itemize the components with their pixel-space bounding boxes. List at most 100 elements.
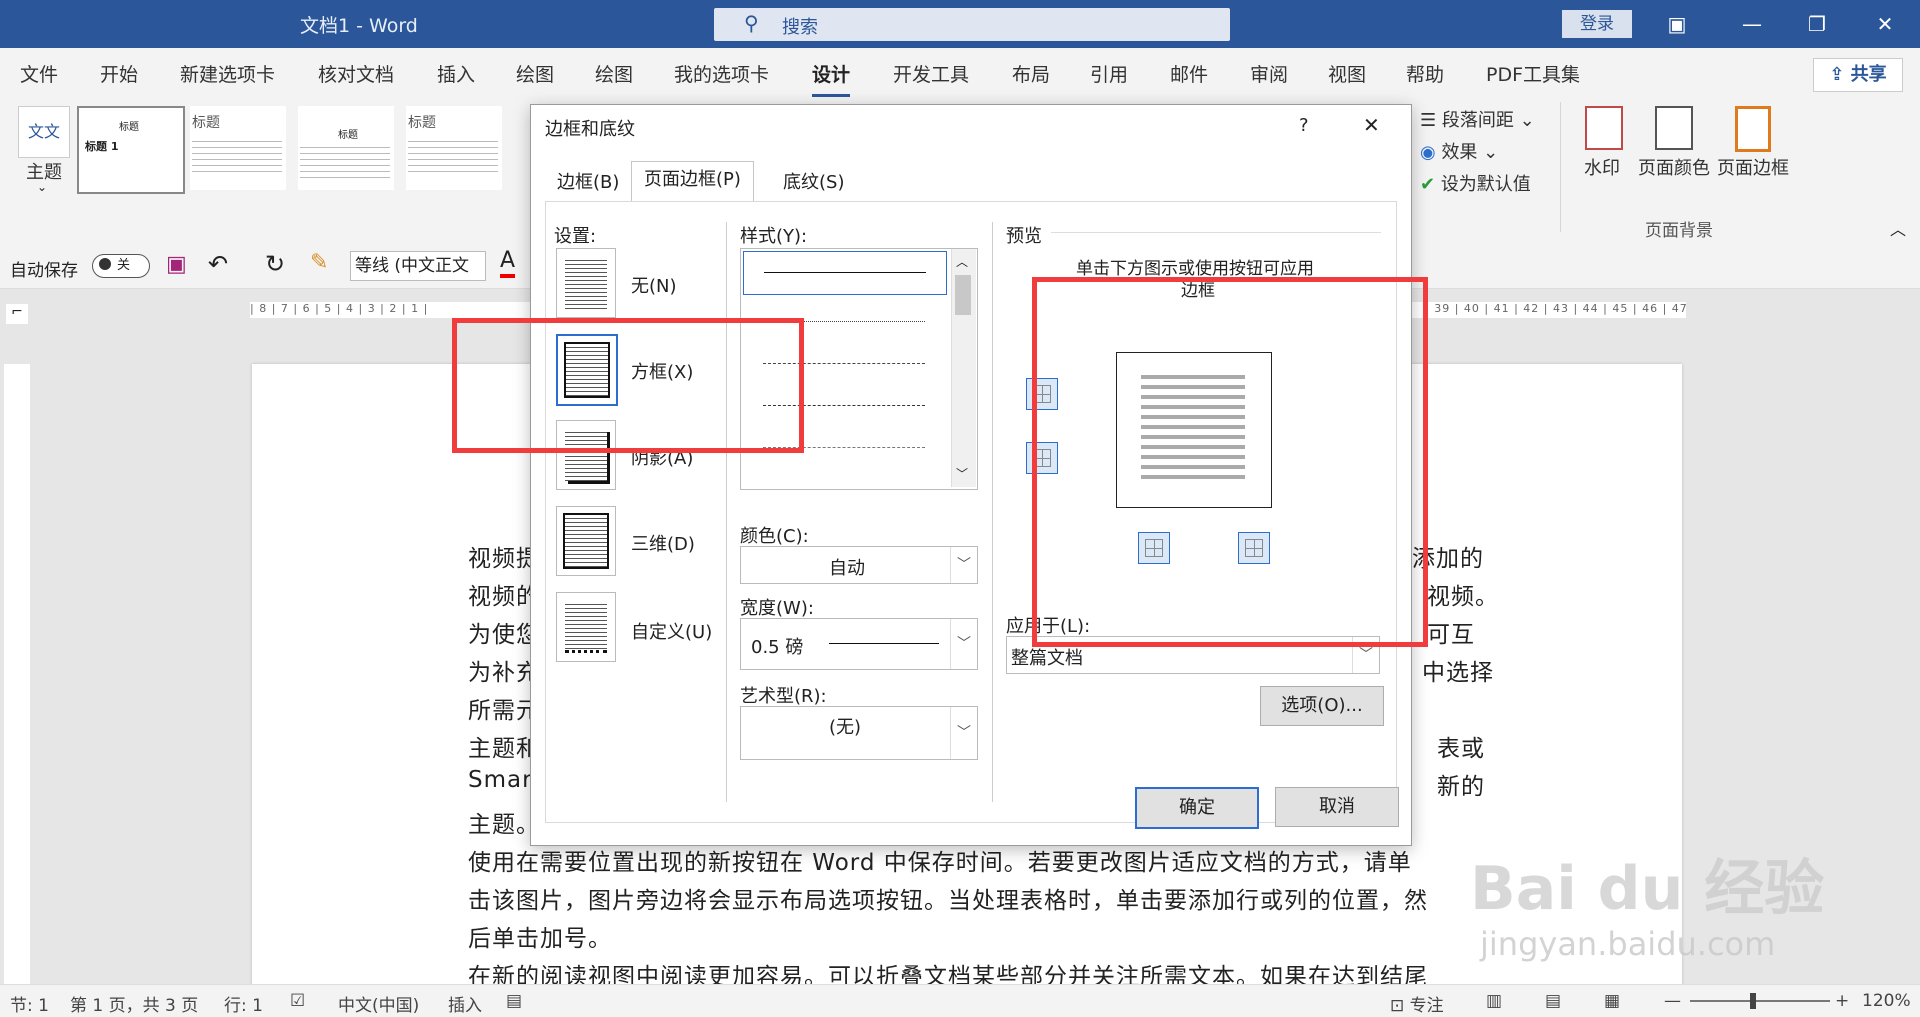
help-icon[interactable]: ? (1299, 115, 1309, 136)
chevron-down-icon: ﹀ (950, 547, 977, 583)
tab-draw-1[interactable]: 绘图 (516, 60, 554, 87)
close-icon[interactable]: ✕ (1868, 10, 1902, 38)
art-combo[interactable]: (无) ﹀ (740, 706, 978, 760)
share-label: 共享 (1850, 64, 1887, 85)
print-layout-icon[interactable]: ▤ (1545, 991, 1561, 1011)
tab-selector-icon[interactable]: ⌐ (6, 304, 28, 324)
setting-custom-icon[interactable] (556, 592, 616, 662)
focus-mode-button[interactable]: ⊡ 专注 (1390, 991, 1444, 1016)
effects-button[interactable]: ◉ 效果 ⌄ (1420, 138, 1498, 164)
page-color-icon[interactable] (1655, 106, 1693, 150)
status-insert-mode[interactable]: 插入 (448, 991, 482, 1016)
macro-icon[interactable]: ▤ (506, 991, 522, 1011)
tab-file[interactable]: 文件 (20, 60, 58, 87)
tab-developer[interactable]: 开发工具 (893, 60, 969, 87)
vertical-ruler[interactable] (4, 364, 30, 984)
read-mode-icon[interactable]: ▥ (1486, 991, 1502, 1011)
restore-icon[interactable]: ❐ (1800, 10, 1834, 38)
ok-button[interactable]: 确定 (1135, 787, 1259, 829)
zoom-out-icon[interactable]: — (1664, 991, 1681, 1011)
tab-layout[interactable]: 布局 (1012, 60, 1050, 87)
minimize-icon[interactable]: — (1735, 10, 1769, 38)
autosave-toggle[interactable]: 关 (92, 254, 150, 278)
save-icon[interactable]: ▣ (166, 252, 187, 277)
zoom-slider-thumb[interactable] (1750, 993, 1756, 1009)
status-line[interactable]: 行: 1 (224, 991, 263, 1016)
divider (726, 222, 727, 802)
paragraph-spacing-icon: ☰ (1420, 110, 1442, 131)
color-combo[interactable]: 自动 ﹀ (740, 546, 978, 584)
options-button[interactable]: 选项(O)... (1260, 686, 1384, 726)
watermark-icon[interactable] (1585, 106, 1623, 150)
style-set-1[interactable]: 标题 标题 1 (77, 106, 185, 194)
tab-home[interactable]: 开始 (100, 60, 138, 87)
share-button[interactable]: ⇪ 共享 (1813, 58, 1903, 92)
redo-icon[interactable]: ↻ (265, 250, 285, 278)
tab-mailings[interactable]: 邮件 (1170, 60, 1208, 87)
effects-label: 效果 (1441, 142, 1478, 163)
tab-help[interactable]: 帮助 (1406, 60, 1444, 87)
style-set-4[interactable]: 标题 (406, 106, 502, 190)
scroll-thumb[interactable] (955, 275, 971, 315)
checkmark-icon: ✔ (1420, 174, 1441, 195)
width-sample-line (829, 643, 939, 644)
tab-shading[interactable]: 底纹(S) (771, 165, 856, 201)
tab-borders[interactable]: 边框(B) (545, 165, 631, 201)
login-button[interactable]: 登录 (1562, 10, 1632, 38)
setting-custom-label[interactable]: 自定义(U) (631, 618, 712, 644)
page-background-group-label: 页面背景 (1645, 221, 1713, 241)
tab-review-doc[interactable]: 核对文档 (318, 60, 394, 87)
settings-label: 设置: (554, 226, 597, 247)
font-name-combo[interactable]: 等线 (中文正文 (350, 251, 486, 281)
web-layout-icon[interactable]: ▦ (1604, 991, 1620, 1011)
color-label: 颜色(C): (740, 526, 809, 547)
format-painter-icon[interactable]: ✎ (310, 250, 328, 275)
zoom-slider[interactable] (1690, 1000, 1830, 1002)
tab-references[interactable]: 引用 (1090, 60, 1128, 87)
style-set-3[interactable]: 标题 (298, 106, 394, 190)
tab-page-border[interactable]: 页面边框(P) (631, 161, 754, 203)
setting-none-label[interactable]: 无(N) (631, 272, 677, 298)
font-color-icon[interactable]: A (500, 248, 516, 278)
style-set-2[interactable]: 标题 (190, 106, 286, 190)
page-border-icon[interactable] (1735, 106, 1771, 152)
set-default-button[interactable]: ✔ 设为默认值 (1420, 170, 1531, 196)
tab-new[interactable]: 新建选项卡 (180, 60, 275, 87)
ruler-scale-right: | 39 | 40 | 41 | 42 | 43 | 44 | 45 | 46 … (1425, 302, 1686, 315)
width-value: 0.5 磅 (751, 637, 804, 658)
ribbon-display-icon[interactable]: ▣ (1660, 10, 1694, 38)
setting-3d-label[interactable]: 三维(D) (631, 530, 695, 556)
setting-3d-icon[interactable] (556, 506, 616, 576)
tab-review[interactable]: 审阅 (1250, 60, 1288, 87)
paragraph-spacing-button[interactable]: ☰ 段落间距 ⌄ (1420, 106, 1535, 132)
status-bar: 节: 1 第 1 页，共 3 页 行: 1 ☑ 中文(中国) 插入 ▤ ⊡ 专注… (0, 984, 1920, 1017)
scroll-up-icon[interactable]: ︿ (956, 253, 968, 270)
status-section[interactable]: 节: 1 (10, 991, 49, 1016)
tab-my[interactable]: 我的选项卡 (674, 60, 769, 87)
zoom-in-icon[interactable]: + (1835, 991, 1849, 1011)
status-page[interactable]: 第 1 页，共 3 页 (70, 991, 198, 1016)
color-value: 自动 (829, 558, 865, 579)
search-placeholder: 搜索 (782, 17, 818, 38)
cancel-button[interactable]: 取消 (1275, 787, 1399, 827)
tab-pdf[interactable]: PDF工具集 (1486, 60, 1580, 87)
autosave-label: 自动保存 (10, 261, 78, 281)
zoom-level[interactable]: 120% (1862, 991, 1911, 1011)
search-box[interactable]: ⚲ 搜索 (714, 8, 1230, 41)
undo-icon[interactable]: ↶ (208, 250, 228, 278)
style-list-scrollbar[interactable]: ︿ ﹀ (951, 249, 976, 487)
setting-none-icon[interactable] (556, 248, 616, 318)
status-language[interactable]: 中文(中国) (338, 991, 419, 1016)
collapse-ribbon-icon[interactable]: ︿ (1890, 216, 1906, 240)
width-combo[interactable]: 0.5 磅 ﹀ (740, 618, 978, 670)
tab-design[interactable]: 设计 (812, 60, 851, 97)
close-icon[interactable]: ✕ (1363, 113, 1380, 137)
tab-draw-2[interactable]: 绘图 (595, 60, 633, 87)
tab-view[interactable]: 视图 (1328, 60, 1366, 87)
scroll-down-icon[interactable]: ﹀ (956, 465, 968, 482)
baidu-watermark: Bai du 经验 (1470, 854, 1825, 924)
style-item-solid[interactable] (743, 251, 947, 295)
tab-insert[interactable]: 插入 (437, 60, 475, 87)
themes-icon[interactable]: 文文 (18, 106, 70, 158)
proofing-icon[interactable]: ☑ (290, 991, 305, 1011)
